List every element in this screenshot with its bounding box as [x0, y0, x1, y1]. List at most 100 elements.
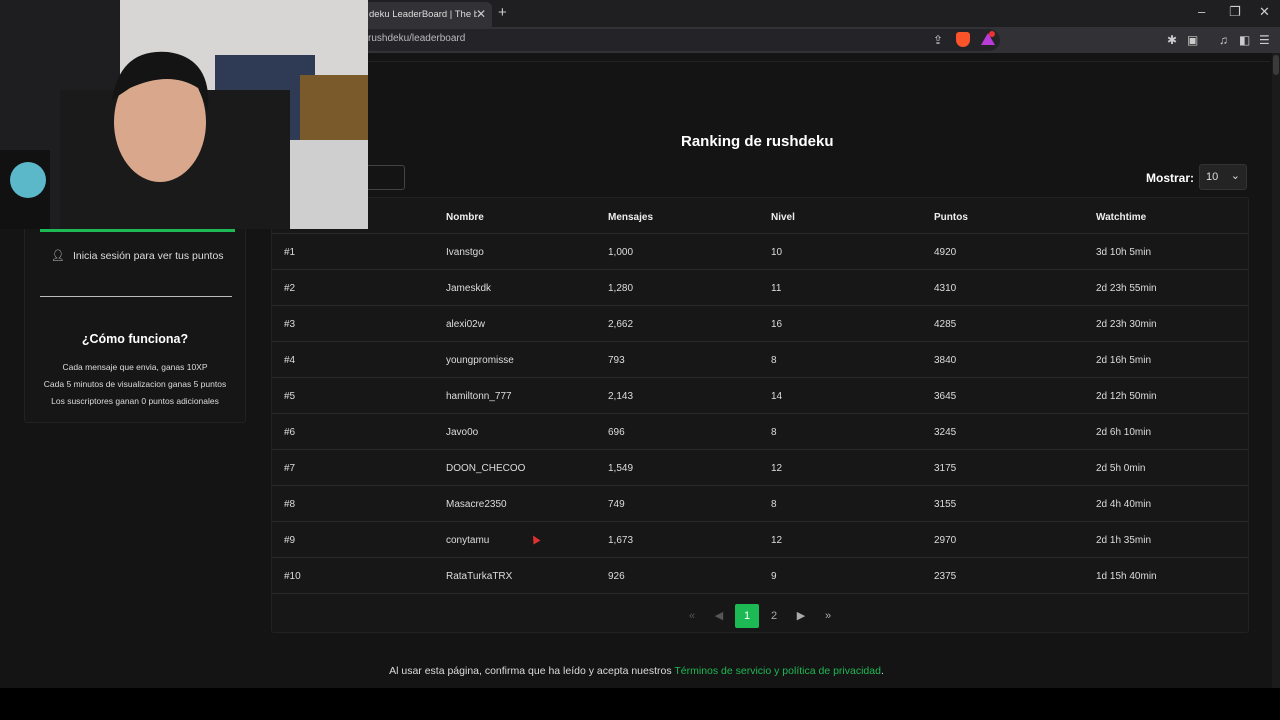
cell-watchtime: 2d 12h 50min — [1096, 391, 1157, 402]
table-row: #3 alexi02w 2,662 16 4285 2d 23h 30min — [272, 306, 1248, 342]
footer: Al usar esta página, confirma que ha leí… — [0, 665, 1273, 677]
brave-shield-icon[interactable] — [956, 32, 970, 47]
share-icon[interactable]: ⇪ — [933, 33, 943, 47]
cell-watchtime: 3d 10h 5min — [1096, 247, 1152, 258]
sidebar-toggle-icon[interactable]: ◧ — [1239, 33, 1250, 47]
cell-messages: 926 — [608, 571, 625, 582]
page-size-value: 10 — [1206, 171, 1219, 183]
login-text: Inicia sesión para ver tus puntos — [72, 250, 224, 262]
terms-link[interactable]: Términos de servicio y política de priva… — [674, 665, 881, 677]
cell-name: Masacre2350 — [446, 499, 507, 510]
minimize-icon[interactable]: – — [1198, 4, 1205, 19]
cell-rank: #10 — [284, 571, 301, 582]
first-page-icon[interactable]: « — [680, 604, 704, 628]
scrollbar[interactable] — [1272, 53, 1280, 688]
table-row: #5 hamiltonn_777 2,143 14 3645 2d 12h 50min — [272, 378, 1248, 414]
cell-messages: 749 — [608, 499, 625, 510]
last-page-icon[interactable]: » — [816, 604, 840, 628]
cell-points: 4920 — [934, 247, 957, 258]
next-page-icon[interactable]: ▶ — [789, 604, 813, 628]
table-row: #9 conytamu 1,673 12 2970 2d 1h 35min — [272, 522, 1248, 558]
restore-icon[interactable]: ❐ — [1229, 4, 1241, 20]
cell-name: conytamu — [446, 535, 490, 546]
cell-level: 12 — [771, 535, 783, 546]
pagination: « ◀ 1 2 ▶ » — [272, 600, 1248, 628]
url-text[interactable]: rushdeku/leaderboard — [368, 33, 465, 44]
cell-level: 10 — [771, 247, 783, 258]
cell-rank: #2 — [284, 283, 296, 294]
table-row: #7 DOON_CHECOO 1,549 12 3175 2d 5h 0min — [272, 450, 1248, 486]
page-1-button[interactable]: 1 — [735, 604, 759, 628]
cell-messages: 2,143 — [608, 391, 634, 402]
table-row: #4 youngpromisse 793 8 3840 2d 16h 5min — [272, 342, 1248, 378]
cell-level: 8 — [771, 427, 777, 438]
media-icon[interactable]: ♫ — [1219, 33, 1228, 47]
header-level[interactable]: Nivel — [771, 212, 795, 223]
scroll-thumb[interactable] — [1273, 55, 1279, 75]
cell-messages: 793 — [608, 355, 625, 366]
cell-messages: 1,673 — [608, 535, 634, 546]
cell-name: DOON_CHECOO — [446, 463, 526, 474]
cell-rank: #5 — [284, 391, 296, 402]
wallet-icon[interactable]: ▣ — [1187, 33, 1198, 47]
cell-level: 8 — [771, 499, 777, 510]
page-size-select[interactable]: 10 ⌄ — [1199, 164, 1247, 190]
menu-icon[interactable]: ☰ — [1259, 33, 1270, 47]
browser-tab[interactable]: deku LeaderBoard | The best ✕ — [360, 2, 492, 27]
cell-watchtime: 2d 23h 55min — [1096, 283, 1157, 294]
page-2-button[interactable]: 2 — [762, 604, 786, 628]
cell-points: 4285 — [934, 319, 957, 330]
extensions-icon[interactable]: ✱ — [1167, 33, 1177, 47]
cell-points: 3645 — [934, 391, 957, 402]
table-header: Nombre Mensajes Nivel Puntos Watchtime — [272, 198, 1248, 234]
leaderboard-table: Nombre Mensajes Nivel Puntos Watchtime #… — [271, 197, 1249, 633]
cell-points: 3175 — [934, 463, 957, 474]
cell-points: 2375 — [934, 571, 957, 582]
cell-points: 3840 — [934, 355, 957, 366]
cell-level: 16 — [771, 319, 783, 330]
cell-name: RataTurkaTRX — [446, 571, 513, 582]
new-tab-icon[interactable]: + — [498, 4, 507, 21]
cell-level: 8 — [771, 355, 777, 366]
header-points[interactable]: Puntos — [934, 212, 968, 223]
table-row: #2 Jameskdk 1,280 11 4310 2d 23h 55min — [272, 270, 1248, 306]
header-watchtime[interactable]: Watchtime — [1096, 212, 1146, 223]
footer-end: . — [880, 665, 884, 677]
header-messages[interactable]: Mensajes — [608, 212, 653, 223]
cell-points: 3155 — [934, 499, 957, 510]
close-window-icon[interactable]: ✕ — [1259, 4, 1270, 20]
cell-level: 12 — [771, 463, 783, 474]
cell-rank: #6 — [284, 427, 296, 438]
header-name[interactable]: Nombre — [446, 212, 484, 223]
page-title: Ranking de rushdeku — [681, 133, 834, 150]
rewards-badge — [989, 31, 995, 37]
tab-title: deku LeaderBoard | The best — [369, 9, 477, 20]
rule-item: Cada mensaje que envia, ganas 10XP — [62, 362, 208, 372]
bottom-band — [0, 688, 1280, 720]
close-tab-icon[interactable]: ✕ — [476, 7, 486, 21]
cell-level: 14 — [771, 391, 783, 402]
header-divider — [270, 61, 1270, 62]
cell-name: alexi02w — [446, 319, 485, 330]
prev-page-icon[interactable]: ◀ — [707, 604, 731, 628]
cell-points: 3245 — [934, 427, 957, 438]
cell-rank: #1 — [284, 247, 296, 258]
how-title: ¿Cómo funciona? — [81, 332, 189, 346]
user-icon: 👤︎ — [51, 250, 65, 262]
cell-name: Jameskdk — [446, 283, 492, 294]
cell-watchtime: 2d 1h 35min — [1096, 535, 1152, 546]
rule-item: Cada 5 minutos de visualizacion ganas 5 … — [43, 379, 227, 389]
login-link[interactable]: 👤︎ Inicia sesión para ver tus puntos — [51, 249, 224, 262]
cell-rank: #3 — [284, 319, 296, 330]
cell-rank: #7 — [284, 463, 296, 474]
chevron-down-icon: ⌄ — [1230, 170, 1240, 182]
cell-points: 4310 — [934, 283, 957, 294]
cell-name: youngpromisse — [446, 355, 514, 366]
cell-messages: 1,280 — [608, 283, 634, 294]
show-label: Mostrar: — [1146, 171, 1195, 185]
cell-points: 2970 — [934, 535, 957, 546]
progress-bar — [40, 229, 235, 232]
cell-name: Javo0o — [446, 427, 479, 438]
cell-rank: #8 — [284, 499, 296, 510]
cell-name: hamiltonn_777 — [446, 391, 512, 402]
